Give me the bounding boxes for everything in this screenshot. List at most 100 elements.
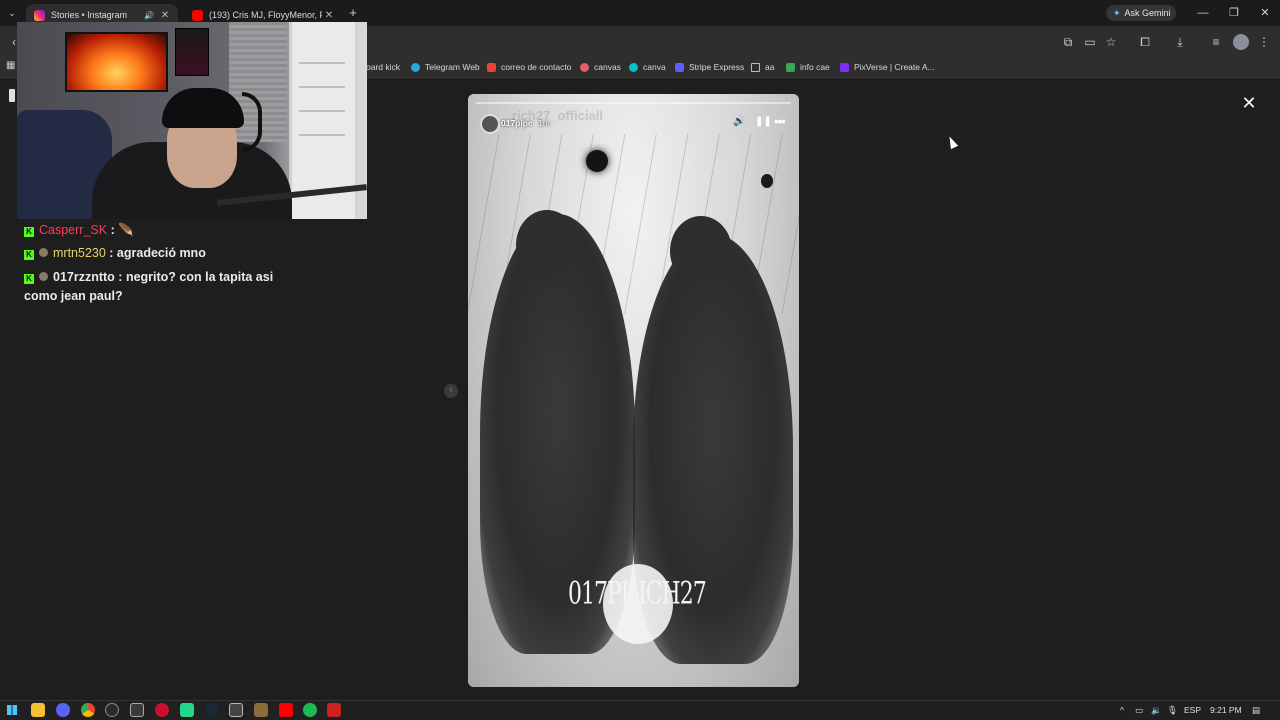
spotify-icon[interactable] [303, 703, 317, 717]
speaker-icon[interactable]: 🔊 [144, 11, 154, 20]
bookmark-label: Stripe Express [689, 62, 745, 72]
bookmark-label: oard kick [366, 62, 401, 72]
previous-story-button[interactable]: ‹ [444, 384, 458, 398]
close-story-button[interactable]: ✕ [1238, 92, 1260, 114]
mute-icon[interactable]: 🔊 [733, 116, 745, 127]
file-explorer-icon[interactable] [31, 703, 45, 717]
bookmark-telegram[interactable]: Telegram Web [411, 59, 480, 75]
discord-icon[interactable] [56, 703, 70, 717]
kick-badge-icon: K [24, 250, 34, 260]
media-controls-icon[interactable]: ≡ [1208, 34, 1224, 50]
restore-button[interactable]: ❐ [1219, 5, 1249, 21]
app-icon[interactable] [130, 703, 144, 717]
more-options-icon[interactable]: ••• [774, 114, 786, 129]
kick-badge-icon: K [24, 274, 34, 284]
translate-icon[interactable]: ⧉ [1060, 34, 1076, 50]
bookmark-folder-aa[interactable]: aa [751, 59, 774, 75]
kick-badge-icon: K [24, 227, 34, 237]
silhouette-left-head [516, 210, 578, 280]
bookmark-pixverse[interactable]: PixVerse | Create A... [840, 59, 935, 75]
story-time: 1m [538, 118, 550, 128]
star-icon[interactable]: ☆ [1103, 34, 1119, 50]
bookmark-canva[interactable]: canva [629, 59, 666, 75]
volume-icon[interactable]: 🔉 [1151, 703, 1162, 717]
extensions-icon[interactable]: ⧠ [1137, 34, 1153, 50]
windows-start-icon[interactable] [7, 705, 17, 715]
app-icon[interactable] [105, 703, 119, 717]
chat-message: K 017rzzntto : negrito? con la tapita asi… [24, 268, 284, 306]
canvas-icon [580, 62, 589, 72]
menu-icon[interactable]: ⋮ [1256, 34, 1272, 50]
chat-text: agradeció mno [116, 246, 206, 260]
poster [175, 28, 209, 76]
record-icon[interactable] [155, 703, 169, 717]
bookmark-info-cae[interactable]: info cae [786, 59, 830, 75]
bookmark-canvas[interactable]: canvas [580, 59, 621, 75]
tray-overflow-icon[interactable]: ^ [1120, 703, 1124, 717]
chat-message: K Casperr_SK : 🪶 [24, 221, 284, 240]
fireplace-tv [65, 32, 168, 92]
app-icon[interactable] [327, 703, 341, 717]
chat-username: 017rzzntto [53, 270, 115, 284]
telegram-icon [411, 62, 420, 72]
watermark-left: 017PI [568, 577, 629, 612]
shelf-items [299, 40, 345, 150]
download-icon[interactable]: ⤓ [1172, 34, 1188, 50]
chat-separator: : [105, 246, 117, 260]
story-username[interactable]: 017pipe [501, 118, 533, 128]
close-window-button[interactable]: ✕ [1250, 5, 1280, 21]
apps-icon[interactable]: ▦ [6, 60, 15, 71]
watermark-right: ICH27 [638, 577, 707, 612]
ask-gemini-button[interactable]: ✦ Ask Gemini [1106, 5, 1176, 21]
dark-dot [586, 150, 608, 172]
bookmark-label: aa [765, 62, 775, 72]
user-badge-icon [39, 272, 48, 281]
bookmark-label: Telegram Web [425, 62, 480, 72]
story-card[interactable]: rich27_officiall 017pipe 1m 🔊 ❚❚ ••• 017… [468, 94, 799, 687]
steam-icon[interactable] [205, 703, 219, 717]
dark-dot [761, 174, 773, 188]
pycharm-icon[interactable] [180, 703, 194, 717]
story-avatar[interactable] [480, 114, 500, 134]
tab-close-icon[interactable]: ✕ [158, 10, 172, 21]
pause-icon[interactable]: ❚❚ [755, 116, 772, 127]
bookmark-label: info cae [800, 62, 830, 72]
language-indicator[interactable]: ESP [1184, 703, 1201, 717]
bookmark-label: canva [643, 62, 666, 72]
chat-separator: : [107, 223, 115, 237]
notifications-icon[interactable]: ▤ [1252, 703, 1260, 717]
user-badge-icon [39, 248, 48, 257]
chat-message: Kmrtn5230 : agradeció mno [24, 244, 284, 263]
cast-icon[interactable]: ▭ [1082, 34, 1098, 50]
ask-gemini-label: Ask Gemini [1124, 8, 1171, 18]
bookmark-label: PixVerse | Create A... [854, 62, 935, 72]
minimize-button[interactable]: — [1188, 5, 1218, 21]
youtube-icon [192, 9, 203, 21]
youtube-app-icon[interactable] [279, 703, 293, 717]
bookmark-stripe[interactable]: Stripe Express [675, 59, 744, 75]
app-icon[interactable] [229, 703, 243, 717]
new-tab-button[interactable]: + [346, 5, 360, 21]
pixverse-icon [840, 62, 849, 72]
tab-close-icon[interactable]: ✕ [322, 10, 336, 21]
profile-avatar[interactable] [1233, 34, 1249, 50]
story-progress-bar [476, 102, 791, 104]
clock[interactable]: 9:21 PM [1210, 703, 1242, 717]
microphone-icon[interactable]: 🎙 [1167, 703, 1178, 717]
app-icon[interactable] [254, 703, 268, 717]
info-cae-icon [786, 62, 795, 72]
chat-username: Casperr_SK [39, 223, 108, 237]
tab-search-icon[interactable]: ⌄ [4, 5, 20, 21]
feather-emote: 🪶 [118, 223, 134, 237]
network-icon[interactable]: ▭ [1135, 703, 1143, 717]
chat-separator: : [114, 270, 126, 284]
tab-label: Stories • Instagram [51, 10, 128, 20]
tab-label: (193) Cris MJ, FloyyMenor, Pan [209, 10, 322, 20]
instagram-logo-fragment [9, 89, 15, 102]
bookmark-correo[interactable]: correo de contacto [487, 59, 571, 75]
chrome-icon[interactable] [81, 703, 95, 717]
canva-icon [629, 62, 638, 72]
bookmark-label: canvas [594, 62, 621, 72]
chat-username: mrtn5230 [53, 246, 106, 260]
bookmark-kick[interactable]: oard kick [366, 59, 400, 75]
